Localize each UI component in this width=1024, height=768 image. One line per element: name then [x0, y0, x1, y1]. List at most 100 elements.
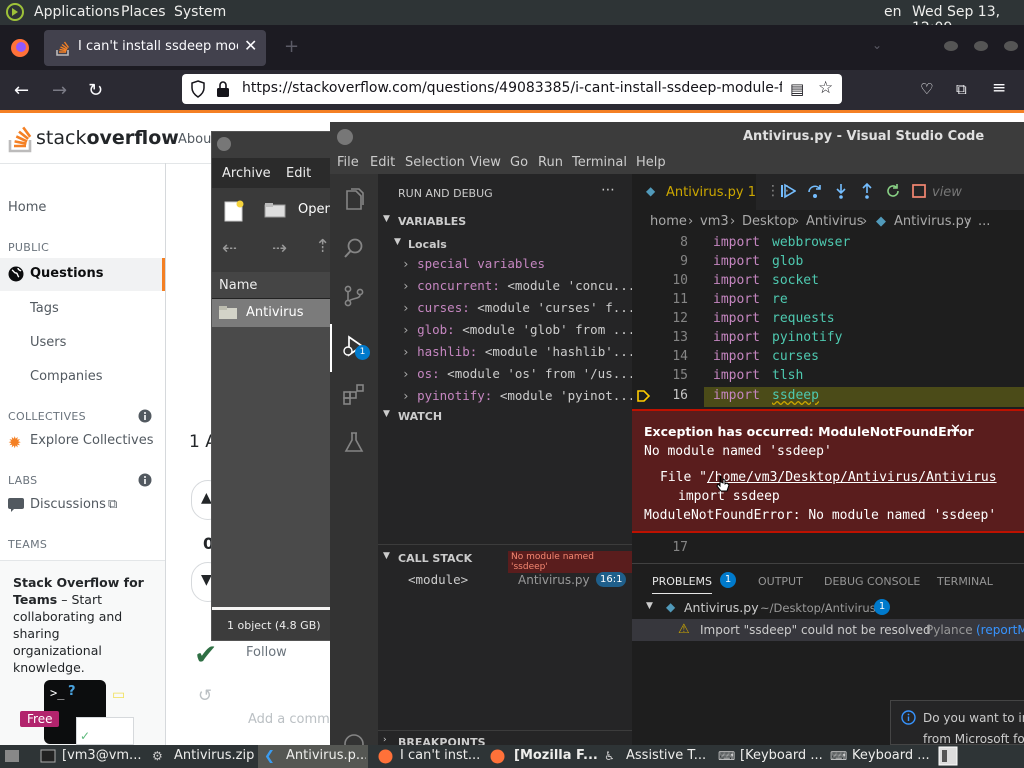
collectives-info-icon[interactable]	[138, 409, 152, 423]
breadcrumb-file[interactable]: Antivirus.py	[894, 214, 972, 229]
task-mozilla[interactable]: [Mozilla F...	[514, 748, 600, 763]
vscode-menu-edit[interactable]: Edit	[370, 155, 395, 170]
editor-tab-antivirus[interactable]: ◆ Antivirus.py 1	[632, 174, 756, 210]
problem-file[interactable]: Antivirus.py	[684, 600, 759, 615]
call-stack-header[interactable]: CALL STACK	[398, 552, 472, 565]
archive-window-menu-icon[interactable]	[216, 136, 232, 152]
menu-places[interactable]: Places	[121, 4, 166, 20]
locals-chevron-icon[interactable]: ▼	[394, 237, 401, 247]
editor-tab-preview-fragment[interactable]: view	[932, 185, 962, 200]
menu-system[interactable]: System	[174, 4, 226, 20]
panel-tab-problems[interactable]: PROBLEMS	[652, 575, 713, 594]
step-out-icon[interactable]	[859, 183, 875, 199]
call-stack-chevron-icon[interactable]: ▼	[383, 551, 390, 561]
bookmark-star-icon[interactable]: ☆	[818, 78, 833, 98]
code-editor-lower[interactable]: 17	[632, 533, 1024, 563]
step-into-icon[interactable]	[833, 183, 849, 199]
locals-header[interactable]: Locals	[408, 238, 447, 251]
variable-row[interactable]: › pyinotify: <module 'pyinot...	[402, 388, 635, 403]
so-nav-discussions[interactable]: Discussions	[30, 497, 106, 512]
vscode-menu-selection[interactable]: Selection	[405, 155, 465, 170]
vscode-window-menu-icon[interactable]	[336, 128, 354, 146]
archive-titlebar[interactable]	[212, 132, 337, 158]
variables-chevron-icon[interactable]: ▼	[383, 214, 390, 224]
back-arrow-icon[interactable]: ←	[14, 80, 29, 101]
open-archive-label[interactable]: Open	[298, 202, 333, 217]
step-over-icon[interactable]	[807, 183, 823, 199]
forward-arrow-icon[interactable]: →	[52, 80, 67, 101]
add-comment-link[interactable]: Add a comme	[248, 712, 338, 727]
archive-row-antivirus[interactable]: Antivirus	[212, 299, 337, 327]
archive-menu-edit[interactable]: Edit	[286, 166, 311, 181]
problem-row[interactable]: ⚠ Import "ssdeep" could not be resolved …	[632, 619, 1024, 641]
variable-row[interactable]: › special variables	[402, 256, 545, 271]
archive-menu-archive[interactable]: Archive	[222, 166, 271, 181]
window-minimize-icon[interactable]	[943, 40, 959, 52]
show-desktop-icon[interactable]	[4, 749, 20, 763]
so-nav-companies[interactable]: Companies	[30, 369, 103, 384]
source-control-icon[interactable]	[342, 284, 366, 308]
variable-row[interactable]: › os: <module 'os' from '/us...	[402, 366, 635, 381]
notification-toast[interactable]: Do you want to ins from Microsoft fo	[890, 700, 1024, 746]
follow-link[interactable]: Follow	[246, 645, 287, 660]
variable-row[interactable]: › concurrent: <module 'concu...	[402, 278, 635, 293]
so-nav-tags[interactable]: Tags	[30, 301, 59, 316]
vscode-menu-file[interactable]: File	[337, 155, 359, 170]
stackoverflow-logo-icon[interactable]	[8, 121, 34, 153]
watch-header[interactable]: WATCH	[398, 410, 442, 423]
free-badge[interactable]: Free	[20, 711, 60, 727]
new-archive-icon[interactable]	[224, 200, 244, 222]
archive-back-icon[interactable]: ⇠	[222, 238, 237, 259]
vscode-menu-terminal[interactable]: Terminal	[572, 155, 627, 170]
panel-tab-debug-console[interactable]: DEBUG CONSOLE	[824, 575, 920, 588]
breakpoints-chevron-icon[interactable]: ›	[383, 735, 387, 745]
problem-group-chevron-icon[interactable]: ▼	[646, 601, 653, 611]
call-stack-frame[interactable]: <module>	[408, 572, 468, 587]
task-terminal[interactable]: [vm3@vm...	[62, 748, 142, 763]
task-keyboard-2[interactable]: Keyboard ...	[852, 748, 932, 763]
firefox-icon[interactable]	[10, 38, 30, 58]
so-nav-questions[interactable]: Questions	[0, 258, 165, 291]
panel-tab-terminal[interactable]: TERMINAL	[937, 575, 993, 588]
task-assistive[interactable]: Assistive T...	[626, 748, 710, 763]
pocket-icon[interactable]: ♡	[920, 80, 933, 98]
window-close-icon[interactable]	[1003, 40, 1019, 52]
panel-tab-output[interactable]: OUTPUT	[758, 575, 803, 588]
task-vscode-active[interactable]: ❮ Antivirus.p...	[258, 745, 368, 768]
task-archive[interactable]: Antivirus.zip	[174, 748, 254, 763]
app-launcher-icon[interactable]	[6, 3, 24, 21]
search-icon[interactable]	[342, 236, 366, 260]
lock-icon[interactable]	[216, 80, 230, 98]
extensions-icon[interactable]	[342, 382, 366, 406]
so-nav-home[interactable]: Home	[8, 200, 46, 215]
vscode-menu-go[interactable]: Go	[510, 155, 528, 170]
restart-icon[interactable]	[885, 183, 901, 199]
labs-info-icon[interactable]	[138, 473, 152, 487]
breadcrumb-desktop[interactable]: Desktop	[742, 214, 796, 229]
task-keyboard-1[interactable]: [Keyboard ...	[740, 748, 824, 763]
testing-flask-icon[interactable]	[342, 430, 366, 454]
watch-chevron-icon[interactable]: ▼	[383, 409, 390, 419]
variable-row[interactable]: › curses: <module 'curses' f...	[402, 300, 635, 315]
open-archive-icon[interactable]	[264, 202, 286, 218]
task-firefox[interactable]: I can't inst...	[400, 748, 484, 763]
breadcrumb-home[interactable]: home	[650, 214, 687, 229]
archive-up-icon[interactable]: ⇡	[315, 236, 330, 257]
extensions-icon[interactable]: ⧉	[956, 80, 967, 98]
vscode-menu-run[interactable]: Run	[538, 155, 563, 170]
sidebar-more-icon[interactable]: ⋯	[601, 182, 615, 198]
app-menu-icon[interactable]: ≡	[992, 78, 1006, 98]
browser-tab-active[interactable]: I can't install ssdeep module ✕	[44, 30, 266, 66]
code-editor[interactable]: 8 import webbrowser 9 import glob 10 import so…	[632, 234, 1024, 409]
variable-row[interactable]: › glob: <module 'glob' from ...	[402, 322, 635, 337]
explorer-icon[interactable]	[342, 188, 366, 212]
exception-close-icon[interactable]: ✕	[950, 422, 961, 437]
breadcrumb-antivirus[interactable]: Antivirus	[806, 214, 864, 229]
variables-header[interactable]: VARIABLES	[398, 215, 466, 228]
tab-list-chevron-icon[interactable]: ⌄	[872, 38, 882, 52]
exception-file-link[interactable]: /home/vm3/Desktop/Antivirus/Antivirus	[707, 470, 997, 485]
stop-icon[interactable]	[911, 183, 927, 199]
accounts-icon[interactable]	[342, 732, 366, 746]
so-nav-explore-collectives[interactable]: Explore Collectives	[30, 433, 154, 448]
variable-row[interactable]: › hashlib: <module 'hashlib'...	[402, 344, 635, 359]
